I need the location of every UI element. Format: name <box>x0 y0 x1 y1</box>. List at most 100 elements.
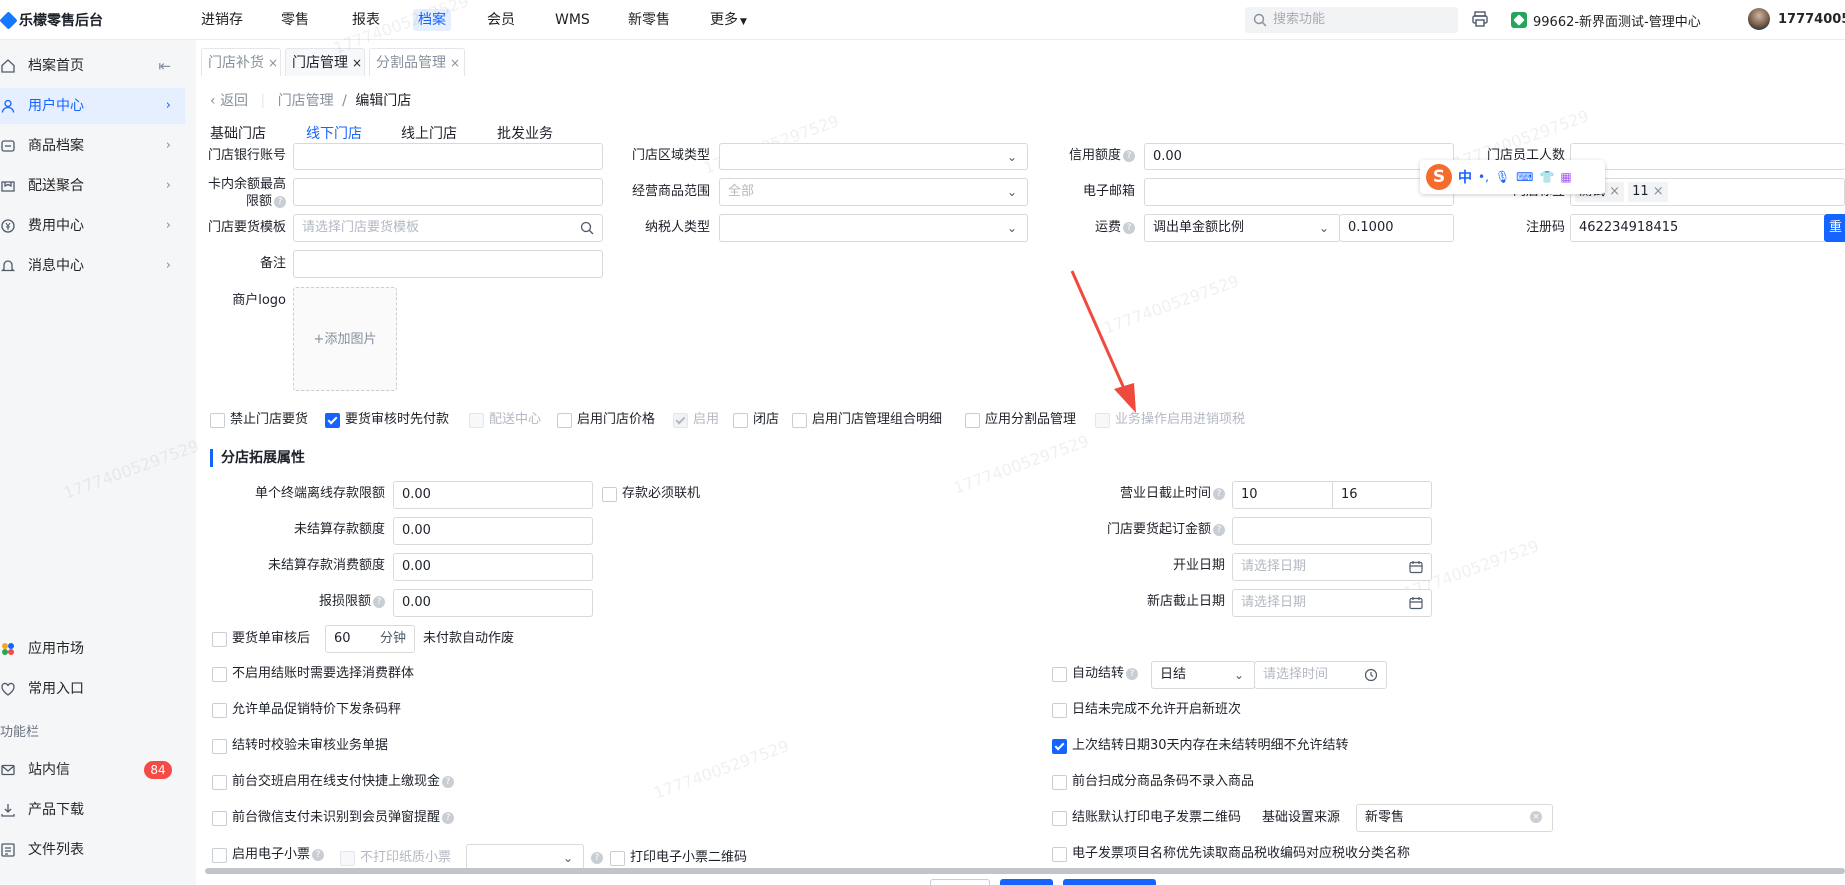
help-icon[interactable]: ? <box>442 812 455 824</box>
no-paper-receipt-checkbox[interactable]: 不打印纸质小票 <box>340 848 451 868</box>
sidebar-item-delivery[interactable]: 配送聚合 › <box>0 168 185 204</box>
nav-item-new-retail[interactable]: 新零售 <box>623 9 675 31</box>
credit-limit-input[interactable]: 0.00 <box>1144 143 1454 170</box>
footer-button[interactable] <box>930 879 990 885</box>
ime-toolbar[interactable]: S 中 •, 🎙 ⌨ 👕 ▦ <box>1420 160 1605 194</box>
breadcrumb-parent[interactable]: 门店管理 <box>278 93 334 109</box>
audit-minutes-input[interactable]: 60 分钟 <box>325 625 415 653</box>
search-icon[interactable] <box>580 221 594 235</box>
close-icon[interactable]: × <box>352 56 362 70</box>
daily-close-shift-checkbox[interactable]: 日结未完成不允许开启新班次 <box>1052 700 1241 720</box>
sidebar-item-expense[interactable]: 费用中心 › <box>0 208 185 244</box>
carry-30-days-checkbox[interactable]: 上次结转日期30天内存在未结转明细不允许结转 <box>1052 736 1349 756</box>
staff-count-input[interactable] <box>1570 143 1845 170</box>
store-price-checkbox[interactable]: 启用门店价格 <box>557 410 655 430</box>
unsettled-deposit-input[interactable]: 0.00 <box>393 517 593 545</box>
close-icon[interactable]: × <box>450 56 460 70</box>
base-source-select[interactable]: 新零售 × <box>1356 804 1553 832</box>
sidebar-item-message[interactable]: 消息中心 › <box>0 248 185 284</box>
print-receipt-qr-checkbox[interactable]: 打印电子小票二维码 <box>610 848 747 868</box>
app-logo[interactable]: 乐檬零售后台 <box>0 9 103 31</box>
close-icon[interactable]: × <box>268 56 278 70</box>
punctuation-icon[interactable]: •, <box>1478 170 1489 184</box>
printer-icon[interactable] <box>1471 10 1489 28</box>
help-icon[interactable]: ? <box>1123 222 1135 234</box>
help-icon[interactable]: ? <box>373 596 385 608</box>
help-icon[interactable]: ? <box>591 852 603 864</box>
tab-offline-store[interactable]: 线下门店 <box>306 123 362 143</box>
min-order-input[interactable] <box>1232 517 1432 545</box>
combo-detail-checkbox[interactable]: 启用门店管理组合明细 <box>792 410 942 430</box>
collapse-sidebar-icon[interactable]: ⇤ <box>158 48 171 84</box>
business-scope-select[interactable]: 全部 ⌄ <box>719 178 1028 206</box>
new-store-end-picker[interactable]: 请选择日期 <box>1232 589 1432 617</box>
footer-primary-button[interactable] <box>1000 879 1053 885</box>
offline-limit-input[interactable]: 0.00 <box>393 481 593 509</box>
close-icon[interactable]: × <box>1653 184 1664 199</box>
clear-icon[interactable]: × <box>1530 811 1542 823</box>
distribution-center-checkbox[interactable]: 配送中心 <box>469 410 541 430</box>
business-day-minute-input[interactable]: 16 <box>1332 481 1432 509</box>
sidebar-item-user-center[interactable]: 用户中心 › <box>0 88 185 124</box>
store-switcher[interactable]: 99662-新界面测试-管理中心 <box>1511 9 1701 31</box>
nav-item-retail[interactable]: 零售 <box>276 9 314 31</box>
area-type-select[interactable]: ⌄ <box>719 143 1028 170</box>
nav-item-wms[interactable]: WMS <box>550 9 595 31</box>
toolbox-icon[interactable]: ▦ <box>1560 170 1571 184</box>
ime-chinese-mode[interactable]: 中 <box>1458 167 1472 187</box>
help-icon[interactable]: ? <box>442 776 455 788</box>
barcode-scale-checkbox[interactable]: 允许单品促销特价下发条码秤 <box>212 700 401 720</box>
freight-type-select[interactable]: 调出单金额比例 ⌄ <box>1144 214 1340 242</box>
help-icon[interactable]: ? <box>274 196 286 208</box>
unsettled-consume-input[interactable]: 0.00 <box>393 553 593 581</box>
sidebar-item-app-market[interactable]: 应用市场 <box>0 631 185 667</box>
close-store-checkbox[interactable]: 闭店 <box>733 410 779 430</box>
tab-wholesale[interactable]: 批发业务 <box>497 123 553 143</box>
receipt-option-select[interactable]: ⌄ <box>466 844 584 870</box>
reset-button[interactable]: 重 <box>1824 214 1845 242</box>
wechat-member-popup-checkbox[interactable]: 前台微信支付未识别到会员弹窗提醒? <box>212 808 455 828</box>
online-pay-cash-checkbox[interactable]: 前台交班启用在线支付快捷上缴现金? <box>212 772 455 792</box>
footer-primary-button[interactable] <box>1063 879 1156 885</box>
enable-checkbox[interactable]: 启用 <box>673 410 719 430</box>
function-search-input[interactable]: 搜索功能 <box>1245 7 1458 33</box>
skin-icon[interactable]: 👕 <box>1539 170 1554 184</box>
carry-time-picker[interactable]: 请选择时间 <box>1254 661 1387 689</box>
nav-item-reports[interactable]: 报表 <box>347 9 385 31</box>
help-icon[interactable]: ? <box>312 849 325 861</box>
business-day-hour-input[interactable]: 10 <box>1232 481 1332 509</box>
e-receipt-checkbox[interactable]: 启用电子小票? <box>212 845 325 865</box>
tab-store-manage[interactable]: 门店管理 × <box>285 48 365 76</box>
auto-void-after-audit-checkbox[interactable]: 要货单审核后 <box>212 629 310 649</box>
store-tag-select[interactable]: 测试 ×11 × <box>1570 178 1845 206</box>
microphone-icon[interactable]: 🎙 <box>1495 170 1510 184</box>
help-icon[interactable]: ? <box>1213 488 1225 500</box>
email-input[interactable] <box>1144 178 1454 206</box>
order-template-input[interactable]: 请选择门店要货模板 <box>293 214 603 242</box>
nav-item-inventory[interactable]: 进销存 <box>196 9 248 31</box>
split-goods-checkbox[interactable]: 应用分割品管理 <box>965 410 1076 430</box>
user-menu[interactable]: 177740052 <box>1748 8 1845 30</box>
forbid-order-checkbox[interactable]: 禁止门店要货 <box>210 410 308 430</box>
tab-online-store[interactable]: 线上门店 <box>401 123 457 143</box>
keyboard-icon[interactable]: ⌨ <box>1516 170 1533 184</box>
card-balance-limit-input[interactable] <box>293 178 603 206</box>
nav-item-more[interactable]: 更多 ▼ <box>705 9 752 31</box>
consumer-group-checkbox[interactable]: 不启用结账时需要选择消费群体 <box>212 664 414 684</box>
nav-item-member[interactable]: 会员 <box>482 9 520 31</box>
logo-upload-button[interactable]: +添加图片 <box>293 287 397 391</box>
registration-code-input[interactable]: 462234918415 <box>1570 214 1826 242</box>
e-invoice-qr-checkbox[interactable]: 结账默认打印电子发票二维码 <box>1052 808 1241 828</box>
sidebar-item-favorites[interactable]: 常用入口 <box>0 671 185 707</box>
carry-type-select[interactable]: 日结 ⌄ <box>1151 661 1255 689</box>
sidebar-item-file-list[interactable]: 文件列表 <box>0 832 185 868</box>
nav-item-archive[interactable]: 档案 <box>413 9 451 31</box>
help-icon[interactable]: ? <box>1213 524 1225 536</box>
help-icon[interactable]: ? <box>1123 150 1135 162</box>
loss-limit-input[interactable]: 0.00 <box>393 589 593 617</box>
back-link[interactable]: ‹ 返回 <box>210 93 248 109</box>
bank-account-input[interactable] <box>293 143 603 170</box>
tab-split-goods[interactable]: 分割品管理 × <box>369 48 465 76</box>
pay-before-audit-checkbox[interactable]: 要货审核时先付款 <box>325 410 449 430</box>
remark-input[interactable] <box>293 250 603 278</box>
